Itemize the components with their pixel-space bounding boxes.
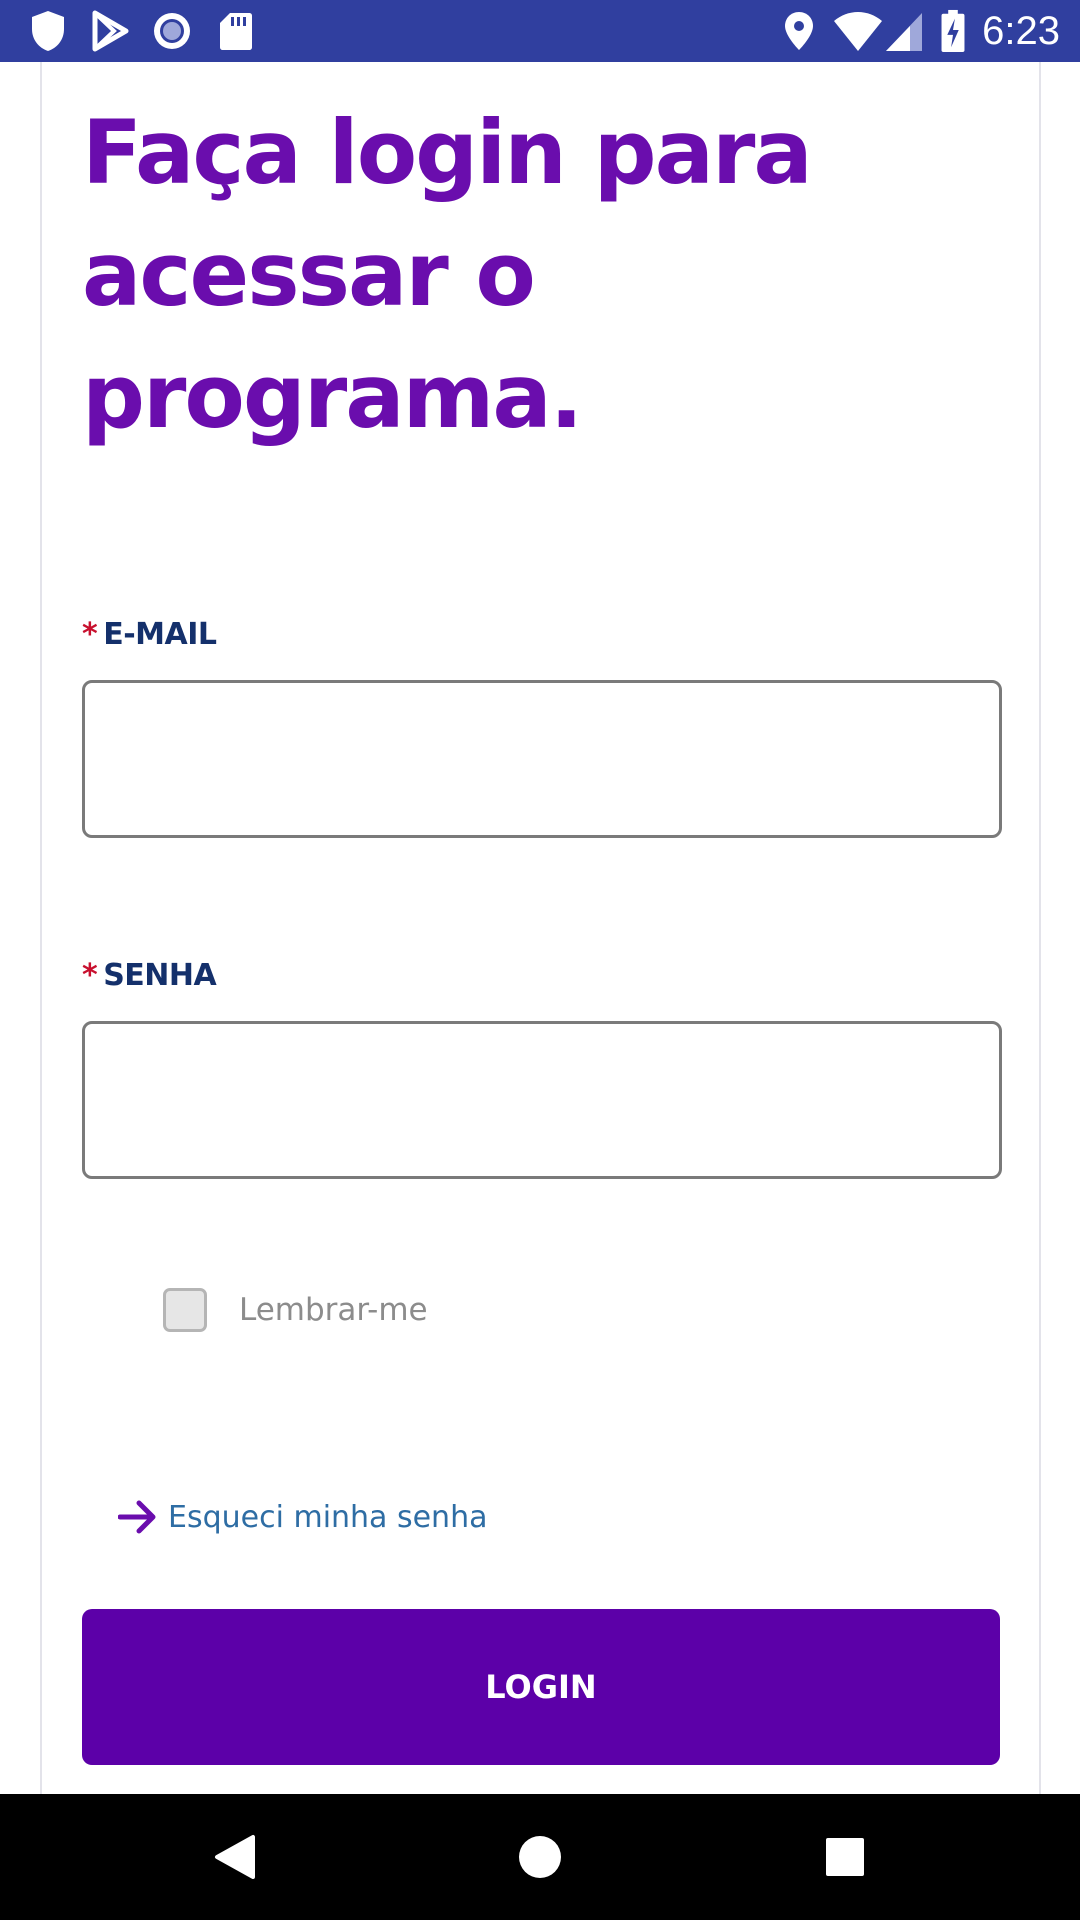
password-field[interactable] [82, 1021, 1002, 1179]
cellular-signal-icon [886, 13, 922, 51]
remember-me-checkbox[interactable] [163, 1288, 207, 1332]
login-button[interactable]: LOGIN [82, 1609, 1000, 1765]
page-title: Faça login para acessar o programa. [82, 101, 813, 448]
navigation-bar [0, 1794, 1080, 1920]
password-label: * SENHA [82, 958, 217, 993]
sd-card-icon [220, 13, 252, 50]
record-icon [154, 13, 190, 49]
login-page: Faça login para acessar o programa. * E-M… [0, 62, 1080, 1794]
email-field[interactable] [82, 680, 1002, 838]
required-mark: * [82, 958, 98, 993]
page-frame-left [40, 62, 42, 1794]
required-mark: * [82, 617, 98, 652]
battery-charging-icon [941, 9, 965, 53]
status-time: 6:23 [982, 9, 1060, 53]
remember-me-label[interactable]: Lembrar-me [239, 1288, 428, 1332]
page-frame-right [1039, 62, 1041, 1794]
forgot-password-text: Esqueci minha senha [168, 1499, 488, 1535]
home-button[interactable] [477, 1794, 603, 1920]
shield-icon [32, 11, 64, 51]
back-button[interactable] [172, 1794, 298, 1920]
email-label: * E-MAIL [82, 617, 217, 652]
forgot-password-link[interactable]: Esqueci minha senha [118, 1492, 487, 1542]
arrow-right-icon [118, 1500, 156, 1534]
home-icon [519, 1836, 561, 1878]
back-icon [215, 1835, 255, 1879]
password-label-text: SENHA [103, 958, 217, 993]
play-store-icon [92, 10, 129, 52]
email-label-text: E-MAIL [103, 617, 217, 652]
recents-icon [826, 1838, 864, 1876]
status-bar: 6:23 [0, 0, 1080, 62]
recents-button[interactable] [782, 1794, 908, 1920]
location-icon [785, 12, 813, 50]
wifi-icon [834, 12, 882, 51]
